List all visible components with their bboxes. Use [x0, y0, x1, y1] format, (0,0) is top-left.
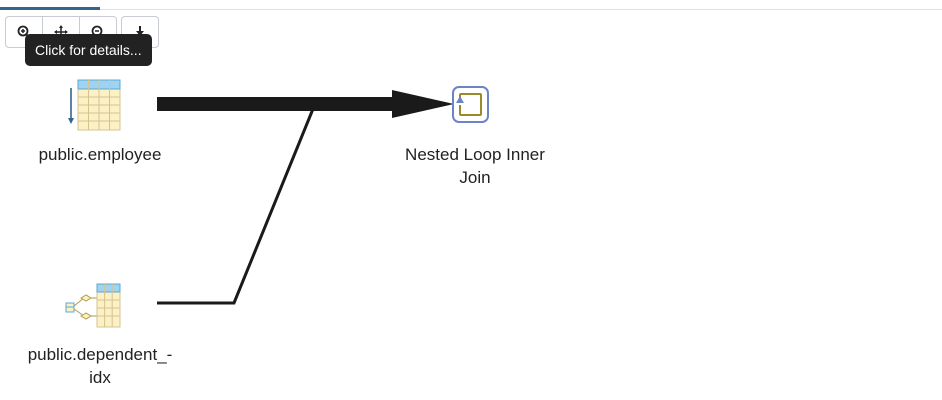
nested-loop-icon[interactable]: [451, 85, 491, 125]
node-label-employee: public.employee: [38, 145, 162, 164]
index-scan-icon[interactable]: [64, 282, 124, 330]
edge-arrowhead: [392, 90, 454, 118]
node-label-join: Nested Loop Inner Join: [385, 143, 565, 189]
node-label-join-line1: Nested Loop Inner: [405, 145, 545, 164]
plan-edges: [157, 90, 454, 305]
edge-dependent-idx-to-join: [157, 103, 317, 305]
node-label-join-line2: Join: [459, 168, 491, 187]
node-label-dependent-idx: public.dependent_- idx: [10, 343, 190, 389]
seq-scan-icon[interactable]: [64, 78, 124, 132]
node-label-dependent-idx-line2: idx: [89, 368, 111, 387]
node-label-dependent-idx-line1: public.dependent_-: [27, 345, 173, 364]
explain-plan-canvas: Click for details... public.employee pub…: [0, 0, 942, 400]
